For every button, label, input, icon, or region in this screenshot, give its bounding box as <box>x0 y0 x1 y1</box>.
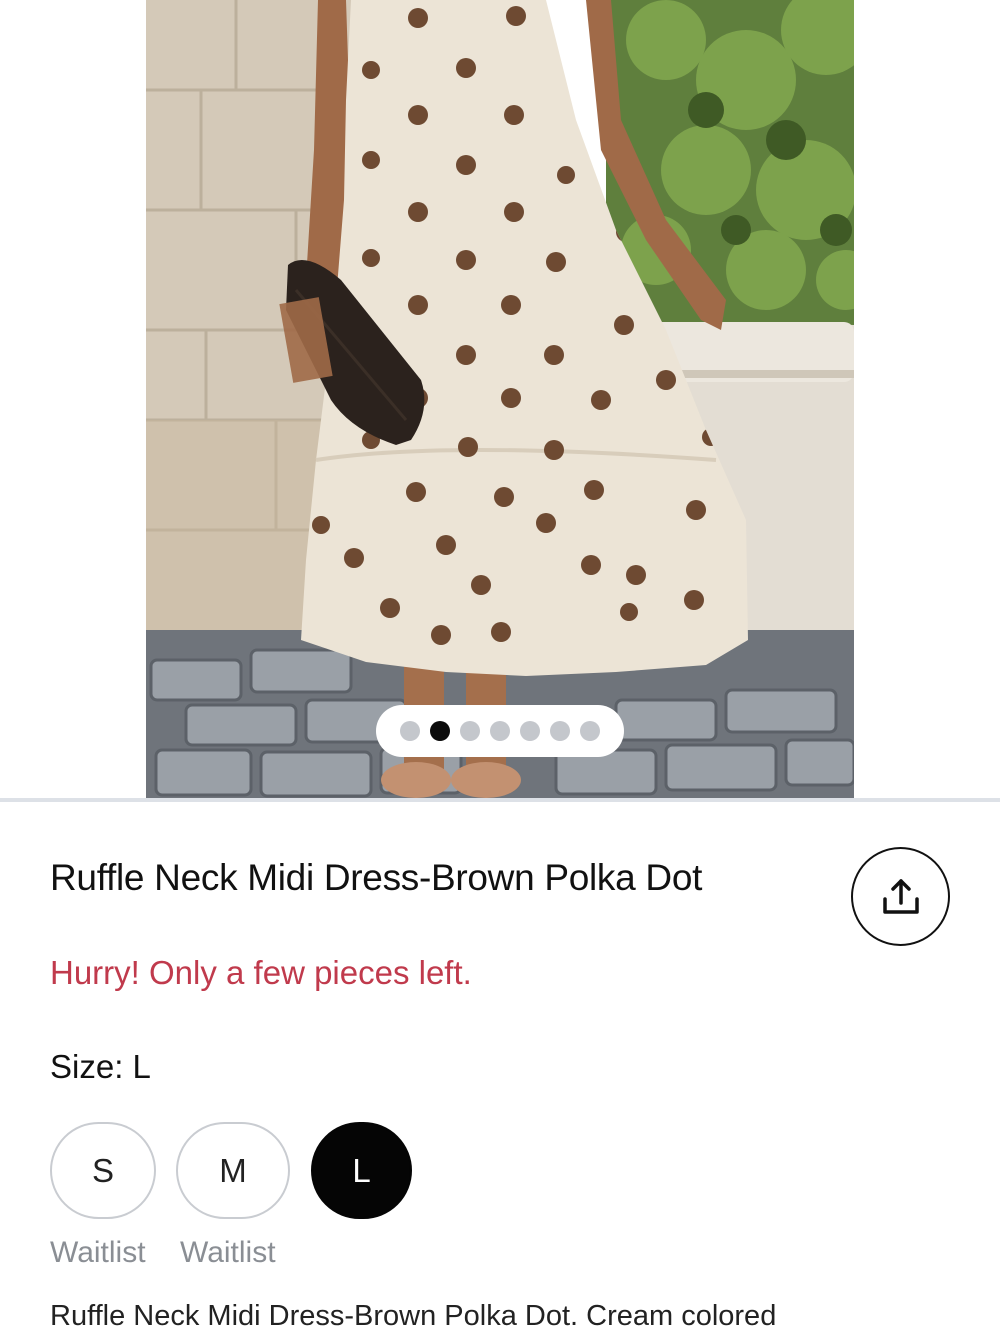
dress-photo-illustration <box>146 0 854 798</box>
section-divider <box>0 798 1000 802</box>
size-option-label: S <box>91 1151 114 1189</box>
size-option-m[interactable]: M <box>176 1122 290 1219</box>
product-description: Ruffle Neck Midi Dress-Brown Polka Dot. … <box>50 1300 777 1332</box>
stock-alert: Hurry! Only a few pieces left. <box>50 954 472 991</box>
size-option-label: L <box>352 1151 371 1189</box>
size-s-status: Waitlist <box>50 1236 146 1269</box>
pager-dot[interactable] <box>550 721 570 741</box>
size-option-l[interactable]: L <box>311 1122 412 1219</box>
product-photo[interactable] <box>146 0 854 798</box>
pager-dot[interactable] <box>400 721 420 741</box>
pager-dot[interactable] <box>580 721 600 741</box>
size-prefix: Size: <box>50 1048 124 1085</box>
pager-dot-active[interactable] <box>430 721 450 741</box>
share-icon <box>882 878 919 914</box>
share-button[interactable] <box>851 847 950 946</box>
size-m-status: Waitlist <box>180 1236 276 1269</box>
size-option-label: M <box>219 1151 247 1189</box>
image-pager[interactable] <box>376 705 624 757</box>
product-title: Ruffle Neck Midi Dress-Brown Polka Dot <box>50 857 703 898</box>
pager-dot[interactable] <box>520 721 540 741</box>
size-label: Size: L <box>50 1047 151 1087</box>
selected-size-value: L <box>132 1048 151 1085</box>
pager-dot[interactable] <box>460 721 480 741</box>
product-image-gallery[interactable] <box>0 0 1000 798</box>
pager-dot[interactable] <box>490 721 510 741</box>
size-option-s[interactable]: S <box>50 1122 156 1219</box>
